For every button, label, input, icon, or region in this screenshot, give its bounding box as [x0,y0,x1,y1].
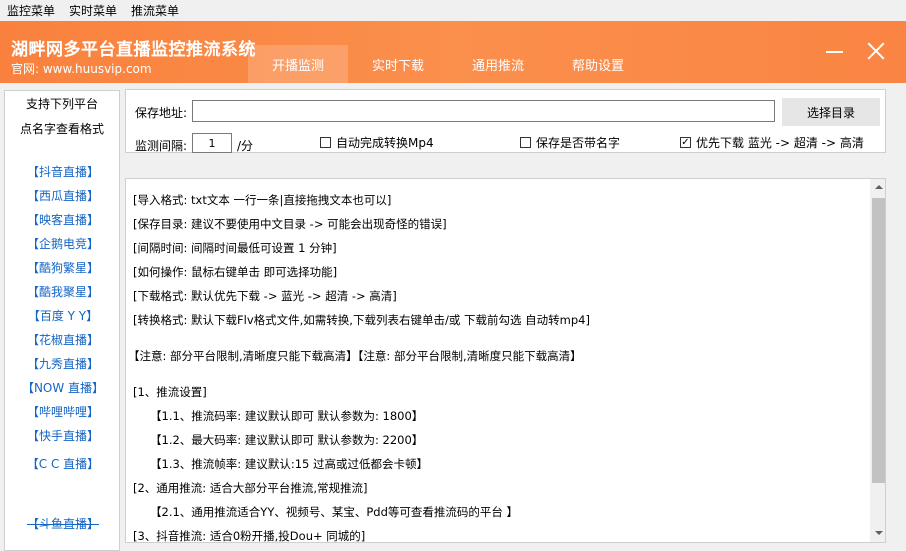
scroll-up-arrow-icon[interactable] [870,179,885,196]
app-title: 湖畔网多平台直播监控推流系统 [11,40,256,60]
log-line: [2、通用推流: 适合大部分平台推流,常规推流] [133,481,368,495]
menu-monitor[interactable]: 监控菜单 [7,2,55,19]
platform-item-xigua[interactable]: 【西瓜直播】 [5,187,121,204]
log-line: [转换格式: 默认下载Flv格式文件,如需转换,下载列表右键单击/或 下载前勾选… [133,313,590,327]
app-header: 湖畔网多平台直播监控推流系统 官网: www.huusvip.com 开播监测 … [0,21,906,83]
info-log-area[interactable]: [导入格式: txt文本 一行一条|直接拖拽文本也可以] [保存目录: 建议不要… [125,178,886,543]
menu-bar: 监控菜单 实时菜单 推流菜单 [0,0,906,21]
auto-convert-mp4-checkbox[interactable]: 自动完成转换Mp4 [320,134,434,151]
platform-item-kugou[interactable]: 【酷狗繁星】 [5,259,121,276]
scroll-thumb[interactable] [872,198,885,483]
log-line: 【2.1、通用推流适合YY、视频号、某宝、Pdd等可查看推流码的平台 】 [150,505,519,519]
interval-unit: /分 [237,139,254,153]
menu-realtime[interactable]: 实时菜单 [69,2,117,19]
log-line: [保存目录: 建议不要使用中文目录 -> 可能会出现奇怪的错误] [133,217,447,231]
choose-directory-button[interactable]: 选择目录 [782,98,880,126]
scroll-down-arrow-icon[interactable] [870,525,885,542]
sidebar-heading-hint: 点名字查看格式 [19,122,104,136]
app-website: 官网: www.huusvip.com [11,62,152,76]
log-scrollbar[interactable] [870,179,885,542]
save-path-input[interactable] [192,100,775,122]
platform-item-douyin[interactable]: 【抖音直播】 [5,163,121,180]
sidebar-heading-supported: 支持下列平台 [25,97,98,111]
log-line: [间隔时间: 间隔时间最低可设置 1 分钟] [133,241,337,255]
checkbox-label: 自动完成转换Mp4 [336,136,434,150]
settings-panel: 保存地址: 选择目录 监测间隔: /分 自动完成转换Mp4 保存是否带名字 ✓ … [125,89,886,153]
log-line: [如何操作: 鼠标右键单击 即可选择功能] [133,265,338,279]
save-with-name-checkbox[interactable]: 保存是否带名字 [520,134,620,151]
tab-general-push[interactable]: 通用推流 [448,45,548,83]
interval-label: 监测间隔: [135,139,188,153]
save-path-label: 保存地址: [135,106,188,120]
platform-item-baidu-yy[interactable]: 【百度 Y Y】 [5,307,121,324]
log-line: [导入格式: txt文本 一行一条|直接拖拽文本也可以] [133,193,392,207]
tab-live-monitor[interactable]: 开播监测 [248,45,348,83]
checkbox-box [520,137,531,148]
minimize-icon[interactable] [824,41,846,63]
close-icon[interactable] [866,41,886,61]
platform-item-qie[interactable]: 【企鹅电竞】 [5,235,121,252]
platform-item-cc[interactable]: 【C C 直播】 [5,455,121,472]
platform-item-huajiao[interactable]: 【花椒直播】 [5,331,121,348]
log-line: 【1.3、推流帧率: 建议默认:15 过高或过低都会卡顿】 [150,457,428,471]
log-line: [1、推流设置] [133,385,207,399]
priority-download-checkbox[interactable]: ✓ 优先下载 蓝光 -> 超清 -> 高清 [680,134,864,151]
log-line: 【1.2、最大码率: 建议默认即可 默认参数为: 2200】 [150,433,424,447]
log-line: 【1.1、推流码率: 建议默认即可 默认参数为: 1800】 [150,409,424,423]
tab-realtime-download[interactable]: 实时下载 [348,45,448,83]
checkbox-label: 保存是否带名字 [536,136,621,150]
platform-item-kuwo[interactable]: 【酷我聚星】 [5,283,121,300]
log-line: [下载格式: 默认优先下载 -> 蓝光 -> 超清 -> 高清] [133,289,397,303]
checkmark-icon: ✓ [680,137,691,148]
platform-item-douyu[interactable]: 【斗鱼直播】 [5,515,121,532]
log-line: [3、抖音推流: 适合0粉开播,投Dou+ 同城的] [133,529,366,543]
platform-sidebar: 支持下列平台 点名字查看格式 【抖音直播】 【西瓜直播】 【映客直播】 【企鹅电… [4,90,120,551]
platform-item-kuaishou[interactable]: 【快手直播】 [5,427,121,444]
checkbox-box [320,137,331,148]
platform-item-now[interactable]: 【NOW 直播】 [5,379,121,396]
log-line: 【注意: 部分平台限制,清晰度只能下载高清】【注意: 部分平台限制,清晰度只能下… [128,349,582,363]
checkbox-label: 优先下载 蓝光 -> 超清 -> 高清 [696,136,864,150]
platform-item-bilibili[interactable]: 【哔哩哔哩】 [5,403,121,420]
platform-item-jiuxiu[interactable]: 【九秀直播】 [5,355,121,372]
interval-input[interactable] [192,133,232,153]
platform-item-yingke[interactable]: 【映客直播】 [5,211,121,228]
main-tabs: 开播监测 实时下载 通用推流 帮助设置 [248,45,648,83]
menu-push[interactable]: 推流菜单 [131,2,179,19]
tab-help-settings[interactable]: 帮助设置 [548,45,648,83]
